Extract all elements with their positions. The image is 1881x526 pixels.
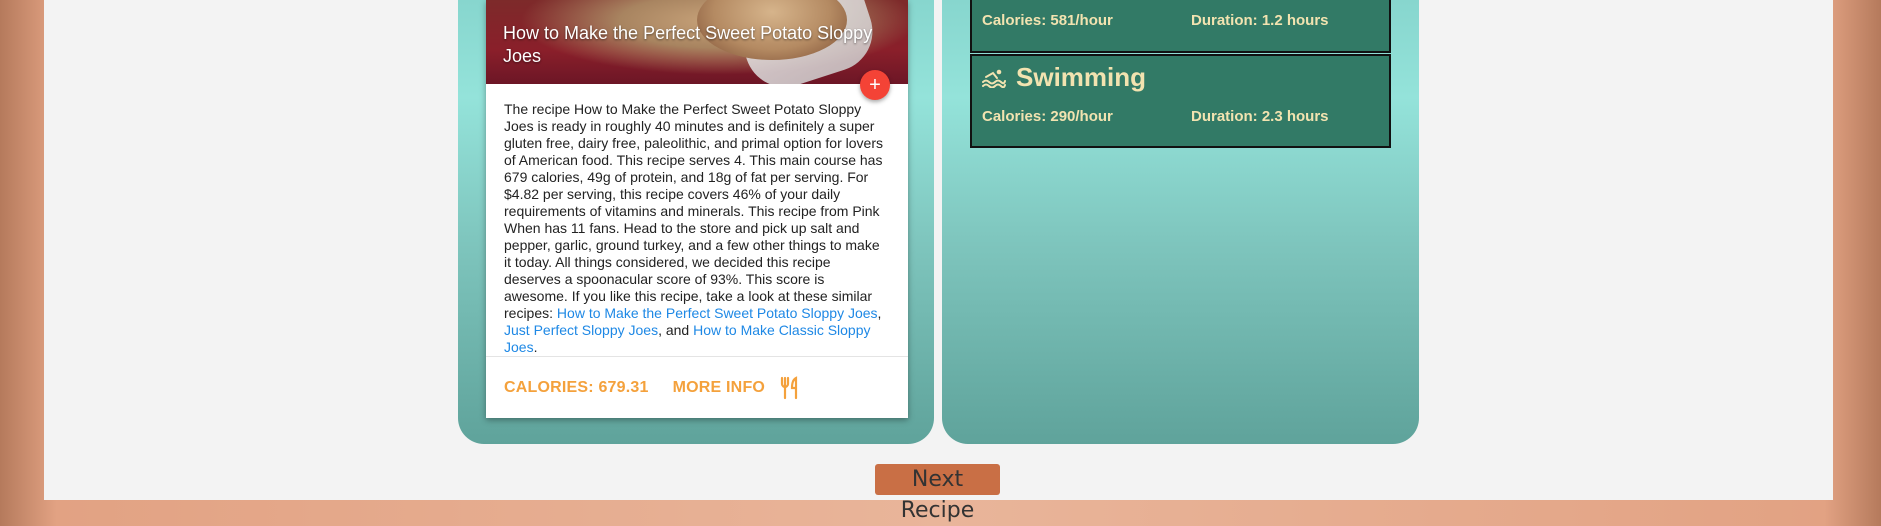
more-info-link[interactable]: MORE INFO [673,379,765,397]
card-divider [486,356,908,357]
add-recipe-button[interactable]: + [860,70,890,100]
fork-knife-icon[interactable] [779,376,801,400]
link-separator: , [877,305,882,321]
exercise-card-swimming: Swimming Calories: 290/hour Duration: 2.… [970,54,1391,148]
recipe-summary: The recipe How to Make the Perfect Sweet… [486,84,908,356]
similar-recipe-link[interactable]: Just Perfect Sloppy Joes [504,322,658,338]
recipe-title: How to Make the Perfect Sweet Potato Slo… [503,23,873,66]
exercise-stats: Calories: 581/hour Duration: 1.2 hours [982,12,1382,29]
exercise-name: Swimming [1016,62,1147,92]
similar-recipe-link[interactable]: How to Make the Perfect Sweet Potato Slo… [557,305,878,321]
exercise-calories: Calories: 290/hour [982,108,1113,125]
link-separator: . [533,339,538,355]
exercise-stats: Calories: 290/hour Duration: 2.3 hours [982,108,1382,125]
swimming-icon [982,69,1006,88]
exercise-card: Calories: 581/hour Duration: 1.2 hours [970,0,1391,53]
exercise-duration: Duration: 2.3 hours [1191,108,1329,125]
exercise-duration: Duration: 1.2 hours [1191,12,1329,29]
card-actions: CALORIES: 679.31 MORE INFO [504,376,801,400]
next-recipe-button[interactable]: Next Recipe [875,464,1000,523]
page-container [44,0,1833,500]
exercise-calories: Calories: 581/hour [982,12,1113,29]
recipe-summary-text: The recipe How to Make the Perfect Sweet… [504,101,883,321]
exercise-header: Swimming [982,62,1146,93]
recipe-card: How to Make the Perfect Sweet Potato Slo… [486,0,908,418]
recipe-image: How to Make the Perfect Sweet Potato Slo… [486,0,908,84]
calories-link[interactable]: CALORIES: 679.31 [504,379,649,397]
link-separator: , and [658,322,690,338]
